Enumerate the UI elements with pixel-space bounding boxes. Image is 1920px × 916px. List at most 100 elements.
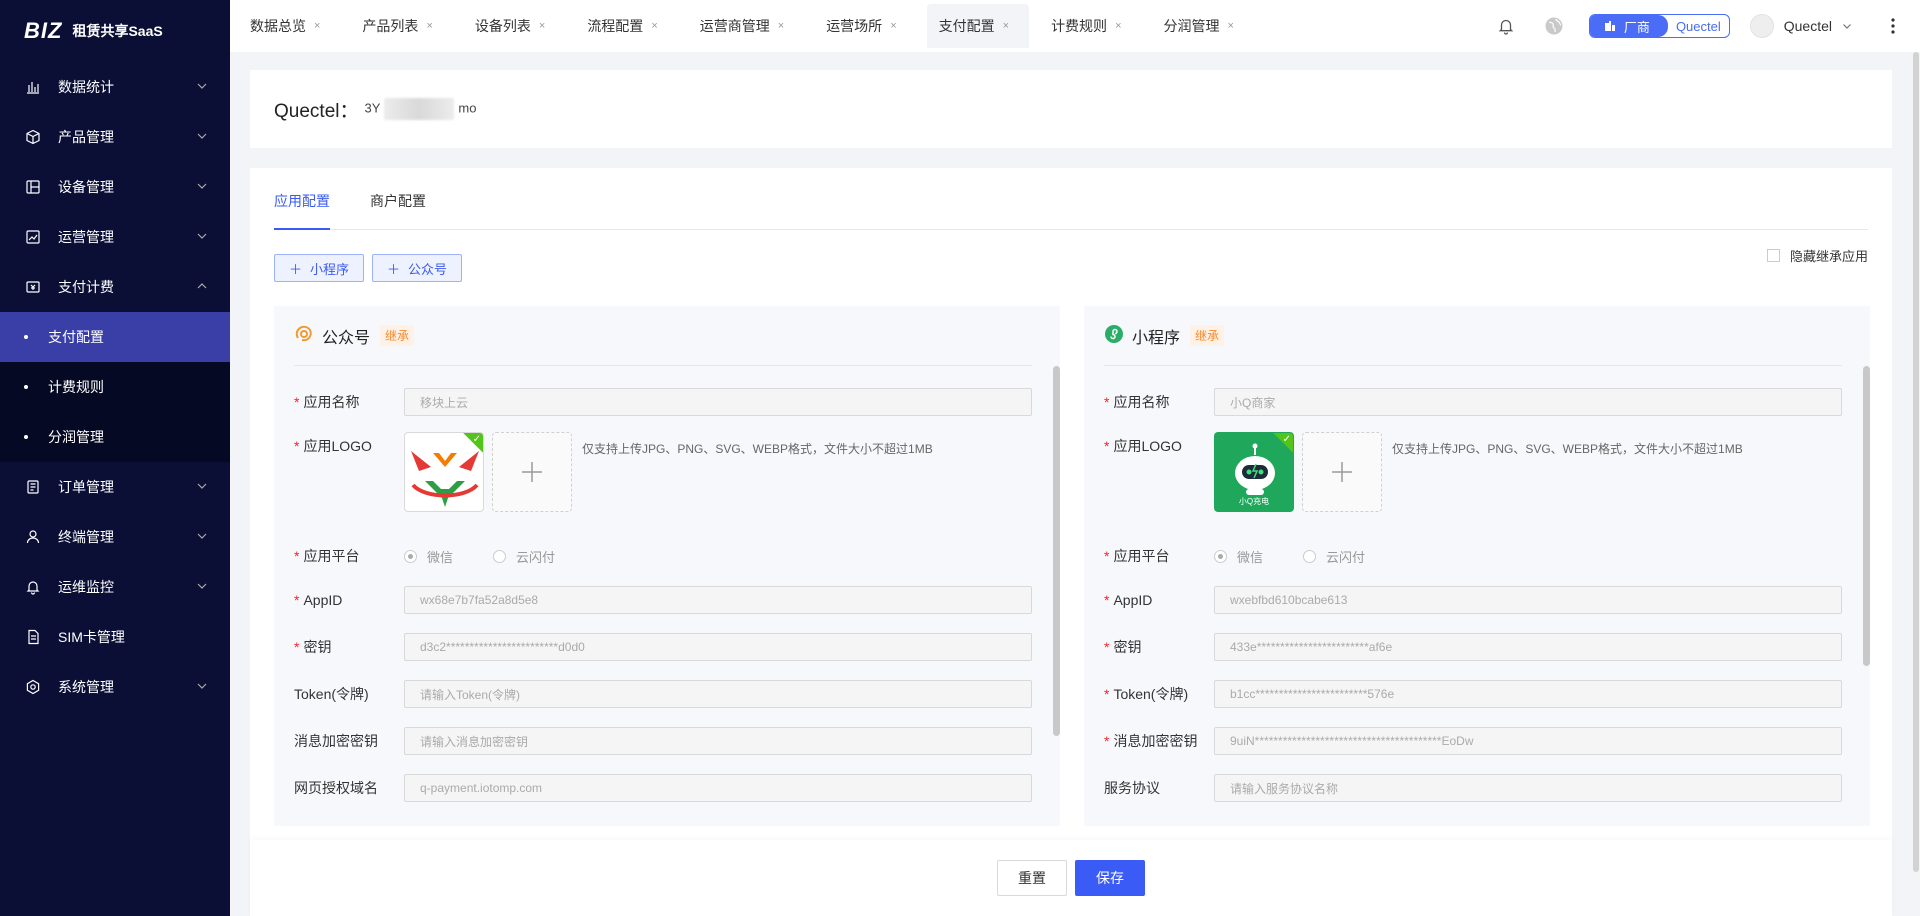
close-icon[interactable]: × [539,20,545,32]
merchant-id-suffix: mo [458,100,477,116]
close-icon[interactable]: × [778,20,784,32]
hide-inherited-checkbox[interactable] [1766,249,1780,262]
add-official-account-button[interactable]: ＋ 公众号 [372,254,463,282]
tab-dashboard[interactable]: 数据总览 × [238,4,340,48]
required-mark: * [294,639,300,655]
platform-radio-group: 微信 云闪付 [404,547,555,566]
tab-profit-sharing[interactable]: 分润管理 × [1152,4,1254,48]
close-icon[interactable]: × [314,20,320,32]
header-actions: 厂商 Quectel Quectel [1495,0,1920,52]
tab-billing-rules[interactable]: 计费规则 × [1039,4,1141,48]
bullet-icon [24,335,28,339]
app-logo-thumbnail[interactable]: 小Q充电 ✓ [1214,432,1294,512]
role-vendor[interactable]: 厂商 [1589,15,1668,37]
radio-wechat[interactable] [1214,549,1227,563]
token-input[interactable]: b1cc************************576e [1214,680,1842,708]
more-menu-icon[interactable] [1882,18,1904,34]
close-icon[interactable]: × [651,20,657,32]
agreement-input[interactable]: 请输入服务协议名称 [1214,774,1842,802]
sidebar-item-label: 设备管理 [58,179,114,195]
tab-merchant-config[interactable]: 商户配置 [370,191,426,229]
tab-app-config[interactable]: 应用配置 [274,191,330,230]
page-scrollbar-thumb[interactable] [1913,52,1919,872]
globe-icon[interactable] [1543,15,1565,37]
mini-program-icon [1104,324,1124,347]
sidebar-item-profit-sharing[interactable]: 分润管理 [0,412,230,462]
aes-key-input[interactable]: 请输入消息加密密钥 [404,727,1032,755]
field-label: * 应用平台 [294,546,404,566]
tab-product-list[interactable]: 产品列表 × [350,4,452,48]
form-row-app-logo: * 应用LOGO 小Q充电 ✓ 仅支持上传JPG、PNG、SVG、WEBP格式，文… [1104,432,1842,512]
secret-input[interactable]: 433e************************af6e [1214,633,1842,661]
tab-device-list[interactable]: 设备列表 × [463,4,565,48]
app-name-input[interactable]: 移块上云 [404,388,1032,416]
appid-input[interactable]: wxebfbd610bcabe613 [1214,586,1842,614]
sidebar-item-payment[interactable]: 支付计费 [0,262,230,312]
field-label: * 密钥 [1104,637,1214,657]
sidebar-item-sim[interactable]: SIM卡管理 [0,612,230,662]
sidebar-item-products[interactable]: 产品管理 [0,112,230,162]
upload-logo-button[interactable] [1302,432,1382,512]
chevron-up-icon [197,283,207,289]
secret-input[interactable]: d3c2************************d0d0 [404,633,1032,661]
tab-operator-mgmt[interactable]: 运营商管理 × [688,4,804,48]
notification-bell-icon[interactable] [1495,15,1517,37]
tab-payment-config[interactable]: 支付配置 × [926,4,1030,48]
required-mark: * [294,394,300,410]
sidebar-item-monitoring[interactable]: 运维监控 [0,562,230,612]
close-icon[interactable]: × [890,20,896,32]
appid-input[interactable]: wx68e7b7fa52a8d5e8 [404,586,1032,614]
cube-icon [24,128,42,146]
save-button[interactable]: 保存 [1075,860,1145,896]
order-icon [24,478,42,496]
sidebar-item-billing-rules[interactable]: 计费规则 [0,362,230,412]
user-menu[interactable]: Quectel [1749,14,1852,38]
tab-venues[interactable]: 运营场所 × [814,4,916,48]
web-domain-input[interactable]: q-payment.iotomp.com [404,774,1032,802]
sidebar-item-label: 系统管理 [58,679,114,695]
radio-wechat[interactable] [404,549,417,563]
sidebar-item-devices[interactable]: 设备管理 [0,162,230,212]
user-icon [24,528,42,546]
radio-unionpay[interactable] [1303,549,1317,563]
close-icon[interactable]: × [426,20,432,32]
app-name-input[interactable]: 小Q商家 [1214,388,1842,416]
field-label: 服务协议 [1104,780,1160,796]
role-switch[interactable]: 厂商 Quectel [1588,14,1730,38]
close-icon[interactable]: × [1115,20,1121,32]
token-input[interactable]: 请输入Token(令牌) [404,680,1032,708]
aes-key-input[interactable]: 9uiN************************************… [1214,727,1842,755]
label-text: 密钥 [303,639,332,655]
label-text: 应用名称 [1113,394,1170,410]
tab-flow-config[interactable]: 流程配置 × [575,4,677,48]
panel-title: 小程序 [1132,329,1181,347]
panel-scrollbar[interactable] [1053,366,1060,736]
close-icon[interactable]: × [1228,20,1234,32]
close-icon[interactable]: × [1003,20,1009,32]
sidebar-item-system[interactable]: 系统管理 [0,662,230,712]
panel-title: 公众号 [322,329,371,347]
radio-unionpay[interactable] [493,549,507,563]
label-text: AppID [303,592,343,608]
payment-submenu: 支付配置 计费规则 分润管理 [0,312,230,462]
logo-caption: 小Q充电 [1238,497,1270,506]
sidebar-item-payment-config[interactable]: 支付配置 [0,312,230,362]
role-name[interactable]: Quectel [1668,15,1729,37]
sidebar-item-stats[interactable]: 数据统计 [0,62,230,112]
form-row-platform: * 应用平台 微信 云闪付 [294,546,1032,566]
sidebar: BIZ 租赁共享SaaS 数据统计 产品管理 设备管理 运营管理 支付计费 支付… [0,0,230,916]
sidebar-item-operations[interactable]: 运营管理 [0,212,230,262]
sidebar-item-terminals[interactable]: 终端管理 [0,512,230,562]
sidebar-item-orders[interactable]: 订单管理 [0,462,230,512]
app-logo-thumbnail[interactable]: ✓ [404,432,484,512]
page-scrollbar[interactable] [1912,52,1920,916]
plus-icon [522,462,542,482]
gear-icon [24,678,42,696]
panel-scrollbar[interactable] [1863,366,1870,666]
app-logo[interactable]: BIZ 租赁共享SaaS [0,0,230,62]
hide-inherited-toggle[interactable]: 隐藏继承应用 [1766,246,1868,265]
upload-logo-button[interactable] [492,432,572,512]
bullet-icon [24,385,28,389]
add-mini-program-button[interactable]: ＋ 小程序 [274,254,365,282]
reset-button[interactable]: 重置 [997,860,1067,896]
